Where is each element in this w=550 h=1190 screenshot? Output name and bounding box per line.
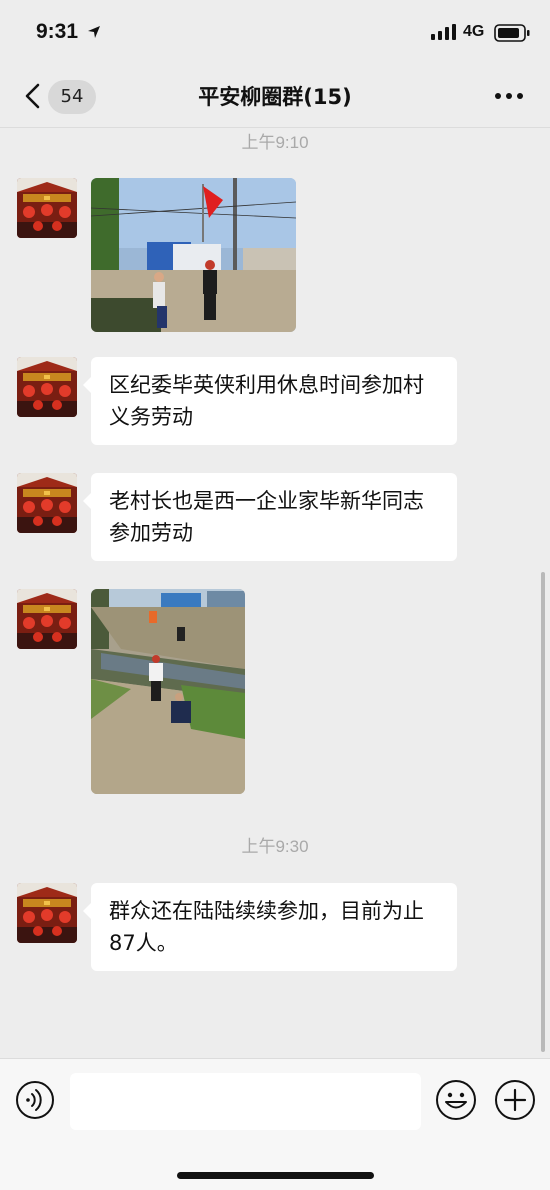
back-chevron-icon[interactable] (22, 81, 44, 111)
more-options-icon[interactable] (494, 88, 524, 104)
message-text-input[interactable] (70, 1073, 421, 1130)
sender-avatar[interactable] (17, 883, 77, 943)
message-timestamp: 上午9:10 (241, 133, 309, 152)
chat-title: 平安柳圈群(15) (198, 85, 352, 109)
emoji-icon[interactable] (435, 1079, 477, 1121)
chat-image-message[interactable] (91, 589, 245, 794)
sender-avatar[interactable] (17, 178, 77, 238)
location-arrow-icon (88, 26, 100, 38)
add-more-icon[interactable] (494, 1079, 536, 1121)
chat-image-message[interactable] (91, 178, 296, 332)
battery-icon (494, 24, 530, 42)
message-timestamp: 上午9:30 (241, 837, 309, 856)
red-lanterns-avatar-icon (17, 589, 77, 649)
text-message-bubble[interactable]: 区纪委毕英侠利用休息时间参加村义务劳动 (83, 357, 457, 445)
sender-avatar[interactable] (17, 357, 77, 417)
unread-count-badge[interactable]: 54 (48, 80, 96, 114)
signal-icon (431, 24, 456, 40)
message-input-bar (0, 1058, 550, 1190)
red-lanterns-avatar-icon (17, 178, 77, 238)
red-lanterns-avatar-icon (17, 473, 77, 533)
chat-header: 54 平安柳圈群(15) (0, 66, 550, 128)
status-bar: 9:31 4G (0, 0, 550, 66)
text-message-bubble[interactable]: 群众还在陆陆续续参加，目前为止87人。 (83, 883, 457, 971)
status-time: 9:31 (36, 20, 79, 43)
home-indicator[interactable] (177, 1172, 374, 1179)
red-lanterns-avatar-icon (17, 357, 77, 417)
voice-input-icon[interactable] (15, 1080, 55, 1120)
chat-message-list[interactable]: 上午9:10 区纪委毕英侠利用休息时间参加村义务劳动 老村长也是西一企业家毕新华… (0, 128, 550, 1058)
red-lanterns-avatar-icon (17, 883, 77, 943)
sender-avatar[interactable] (17, 473, 77, 533)
photo-flag-workers-icon (91, 178, 296, 332)
scrollbar[interactable] (541, 572, 545, 1052)
photo-ditch-workers-icon (91, 589, 245, 794)
network-label: 4G (463, 23, 485, 40)
text-message-bubble[interactable]: 老村长也是西一企业家毕新华同志参加劳动 (83, 473, 457, 561)
sender-avatar[interactable] (17, 589, 77, 649)
